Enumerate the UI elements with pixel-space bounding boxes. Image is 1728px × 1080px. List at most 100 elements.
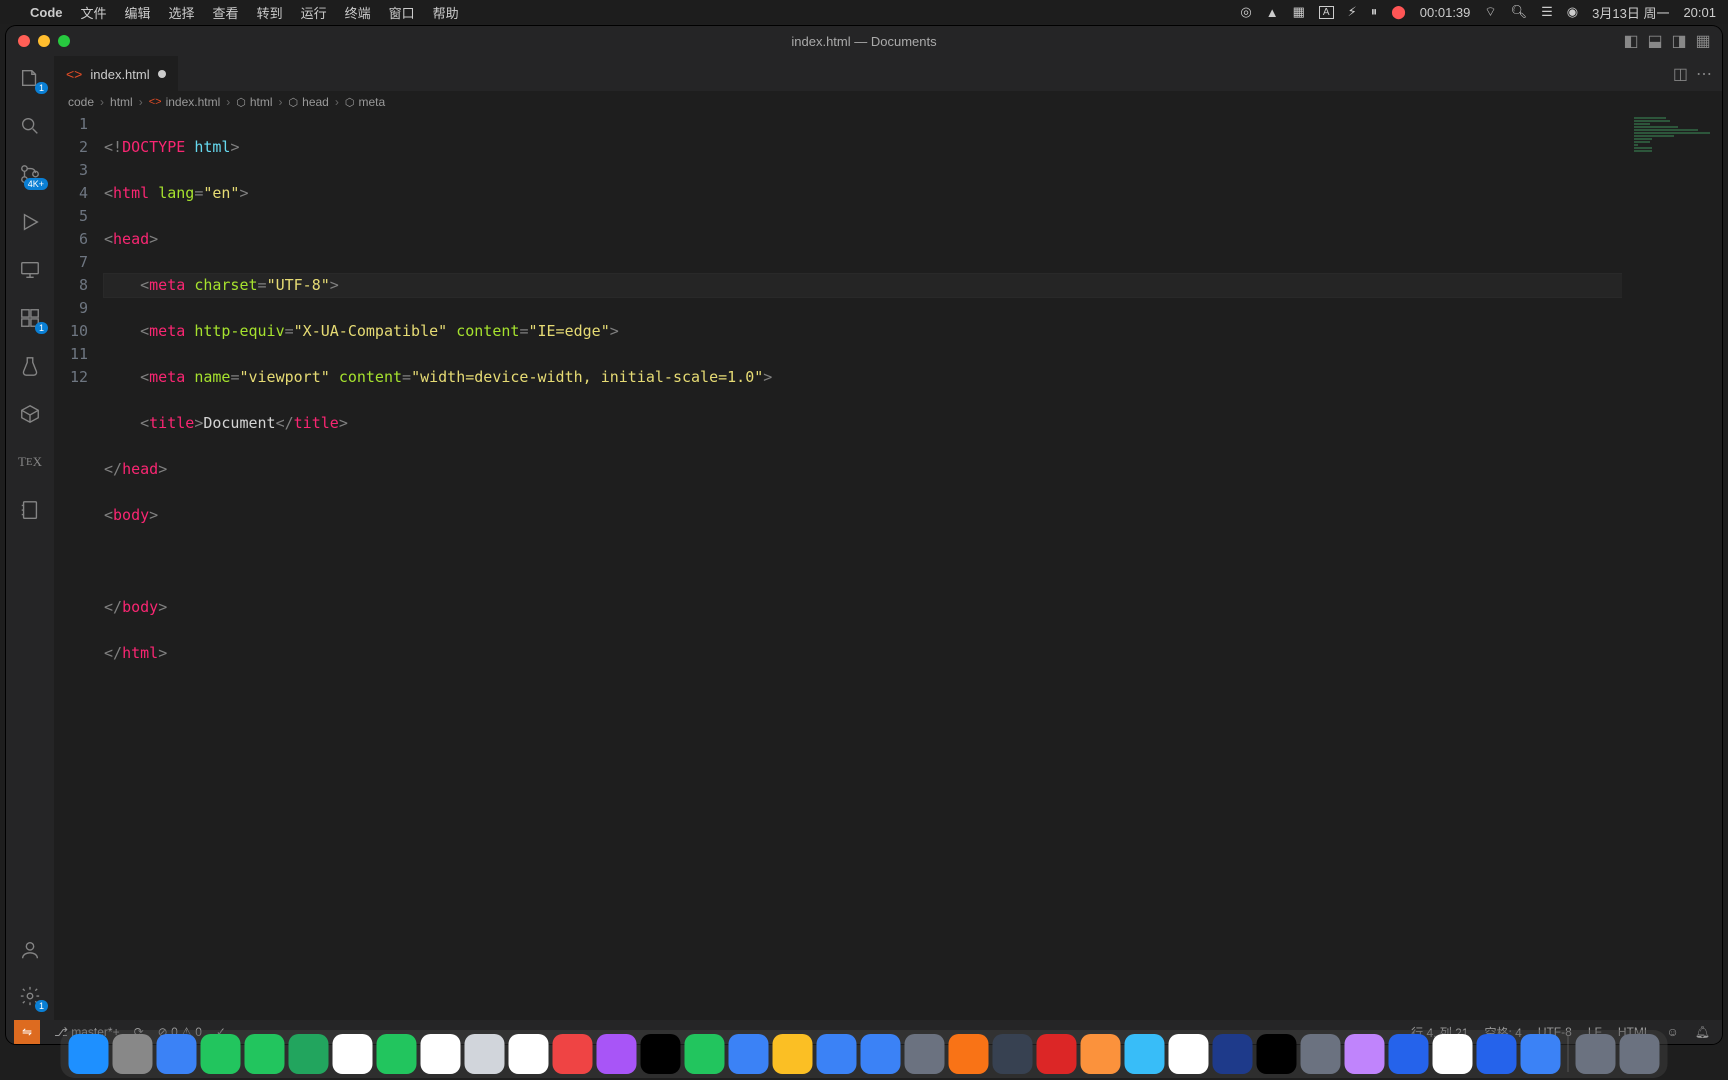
- notifications-icon[interactable]: 🔔︎: [1695, 1025, 1710, 1039]
- dock-books-icon[interactable]: [1081, 1034, 1121, 1074]
- crumb-code: code: [68, 95, 94, 109]
- account-icon[interactable]: [16, 936, 44, 964]
- siri-icon[interactable]: ◎: [1240, 4, 1251, 20]
- dock-word-icon[interactable]: [1477, 1034, 1517, 1074]
- app-name[interactable]: Code: [30, 5, 63, 20]
- dock-keynote-icon[interactable]: [729, 1034, 769, 1074]
- code-content[interactable]: <!DOCTYPE html> <html lang="en"> <head> …: [104, 113, 1722, 1020]
- dock-numbers-icon[interactable]: [685, 1034, 725, 1074]
- activity-bar: 1 4K+ 1 TE: [6, 56, 54, 1020]
- layout-sidebar-left-icon[interactable]: ◧: [1620, 30, 1642, 52]
- dock-music-icon[interactable]: [553, 1034, 593, 1074]
- tex-icon[interactable]: TEX: [16, 448, 44, 476]
- dock-podcasts-icon[interactable]: [597, 1034, 637, 1074]
- tab-index-html[interactable]: <> index.html: [54, 56, 178, 91]
- dock-calendar-icon[interactable]: [421, 1034, 461, 1074]
- remote-button[interactable]: ⇋: [14, 1020, 40, 1044]
- feedback-icon[interactable]: ☺: [1667, 1025, 1679, 1039]
- menu-run[interactable]: 运行: [301, 3, 327, 22]
- menu-go[interactable]: 转到: [257, 3, 283, 22]
- chevron-right-icon: ›: [335, 95, 339, 109]
- menu-selection[interactable]: 选择: [169, 3, 195, 22]
- settings-icon[interactable]: 1: [16, 982, 44, 1010]
- dock-appstore-icon[interactable]: [817, 1034, 857, 1074]
- dock-reminders-icon[interactable]: [509, 1034, 549, 1074]
- layout-grid-icon[interactable]: ▦: [1692, 30, 1714, 52]
- menu-file[interactable]: 文件: [81, 3, 107, 22]
- dock-mail-icon[interactable]: [157, 1034, 197, 1074]
- dock-maps-icon[interactable]: [289, 1034, 329, 1074]
- menu-terminal[interactable]: 终端: [345, 3, 371, 22]
- minimize-button[interactable]: [38, 35, 50, 47]
- dock-finder-icon[interactable]: [69, 1034, 109, 1074]
- layout-sidebar-right-icon[interactable]: ◨: [1668, 30, 1690, 52]
- dock-tv-icon[interactable]: [641, 1034, 681, 1074]
- testing-icon[interactable]: [16, 352, 44, 380]
- dock-misc-icon[interactable]: [1301, 1034, 1341, 1074]
- code-editor[interactable]: 1 2 3 4 5 6 7 8 9 10 11 12 <!DOCTYPE htm…: [54, 113, 1722, 1020]
- close-button[interactable]: [18, 35, 30, 47]
- dock-acrobat-icon[interactable]: [1037, 1034, 1077, 1074]
- input-source-icon[interactable]: A: [1319, 6, 1334, 19]
- dock-safari-icon[interactable]: [861, 1034, 901, 1074]
- menu-view[interactable]: 查看: [213, 3, 239, 22]
- dock-downloads-icon[interactable]: [1576, 1034, 1616, 1074]
- dirty-indicator-icon: [158, 70, 166, 78]
- dock-terminal-icon[interactable]: [1257, 1034, 1297, 1074]
- remote-explorer-icon[interactable]: [16, 256, 44, 284]
- breadcrumb[interactable]: code › html › <>index.html › ⬡html › ⬡he…: [54, 91, 1722, 113]
- minimap[interactable]: [1622, 113, 1722, 1020]
- search-icon[interactable]: [16, 112, 44, 140]
- extensions-icon[interactable]: 1: [16, 304, 44, 332]
- settings-badge: 1: [35, 1000, 48, 1012]
- dock-vscode2-icon[interactable]: [1345, 1034, 1385, 1074]
- timer-label: 00:01:39: [1420, 5, 1471, 20]
- wifi-icon[interactable]: ⌔: [1484, 4, 1496, 20]
- dock-telegram-icon[interactable]: [1125, 1034, 1165, 1074]
- source-control-icon[interactable]: 4K+: [16, 160, 44, 188]
- dock-contacts-icon[interactable]: [465, 1034, 505, 1074]
- split-editor-icon[interactable]: ◫: [1673, 64, 1688, 84]
- notebook-icon[interactable]: [16, 496, 44, 524]
- package-icon[interactable]: [16, 400, 44, 428]
- dock-trash-icon[interactable]: [1620, 1034, 1660, 1074]
- menu-help[interactable]: 帮助: [433, 3, 459, 22]
- dock-chrome-icon[interactable]: [1433, 1034, 1473, 1074]
- debug-icon[interactable]: [16, 208, 44, 236]
- dock-photos-icon[interactable]: [333, 1034, 373, 1074]
- dock-vlc-icon[interactable]: [949, 1034, 989, 1074]
- line-numbers: 1 2 3 4 5 6 7 8 9 10 11 12: [54, 113, 104, 1020]
- explorer-icon[interactable]: 1: [16, 64, 44, 92]
- dock-messages-icon[interactable]: [201, 1034, 241, 1074]
- dock-settings-icon[interactable]: [905, 1034, 945, 1074]
- dock-tex-icon[interactable]: [1169, 1034, 1209, 1074]
- dock-vscode-icon[interactable]: [1389, 1034, 1429, 1074]
- user-icon[interactable]: ◉: [1567, 4, 1578, 20]
- battery-icon[interactable]: ⚡︎: [1348, 4, 1357, 20]
- dock-facetime-icon[interactable]: [377, 1034, 417, 1074]
- layout-panel-icon[interactable]: ⬓: [1644, 30, 1666, 52]
- maximize-button[interactable]: [58, 35, 70, 47]
- window-title: index.html — Documents: [6, 34, 1722, 49]
- control-center-icon[interactable]: ☰: [1541, 4, 1553, 20]
- dock-photoshop-icon[interactable]: [1213, 1034, 1253, 1074]
- vlc-tray-icon[interactable]: ▲: [1266, 5, 1279, 20]
- calendar-tray-icon[interactable]: ▦: [1293, 4, 1305, 20]
- record-icon[interactable]: ⬤: [1391, 4, 1406, 20]
- dock-balance-icon[interactable]: [993, 1034, 1033, 1074]
- chevron-right-icon: ›: [139, 95, 143, 109]
- tab-row: <> index.html ◫ ⋯: [54, 56, 1722, 91]
- pause-icon[interactable]: ⏸: [1371, 4, 1378, 20]
- spotlight-icon[interactable]: 🔍︎: [1511, 4, 1528, 20]
- more-actions-icon[interactable]: ⋯: [1696, 64, 1712, 84]
- dock-launchpad-icon[interactable]: [113, 1034, 153, 1074]
- time-label[interactable]: 20:01: [1683, 5, 1716, 20]
- dock-notes-icon[interactable]: [773, 1034, 813, 1074]
- menu-window[interactable]: 窗口: [389, 3, 415, 22]
- vscode-window: index.html — Documents ◧ ⬓ ◨ ▦ 1 4K+: [6, 26, 1722, 1044]
- dock-finder2-icon[interactable]: [1521, 1034, 1561, 1074]
- dock-wechat-icon[interactable]: [245, 1034, 285, 1074]
- chevron-right-icon: ›: [226, 95, 230, 109]
- menu-edit[interactable]: 编辑: [125, 3, 151, 22]
- date-label[interactable]: 3月13日 周一: [1592, 3, 1669, 22]
